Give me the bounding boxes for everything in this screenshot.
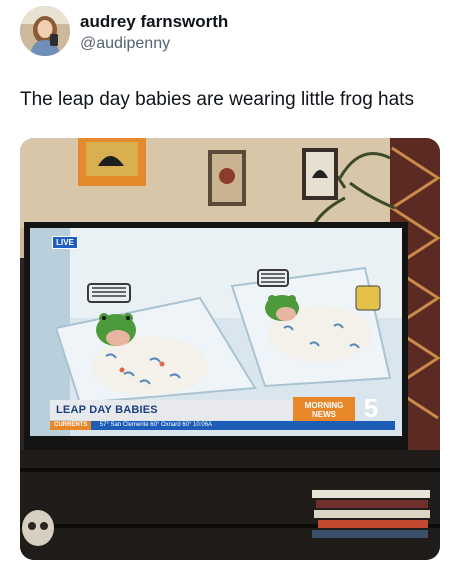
ticker-text: 57° San Clemente 60° Oxnard 60° 10:06A [99, 422, 213, 428]
tweet-text: The leap day babies are wearing little f… [20, 89, 414, 110]
tweet-media[interactable] [20, 138, 440, 560]
user-avatar[interactable] [20, 6, 70, 56]
user-handle[interactable]: @audipenny [80, 34, 228, 54]
weather-ticker: CURRENTS 57° San Clemente 60° Oxnard 60°… [50, 421, 395, 430]
ticker-label: CURRENTS [50, 421, 92, 430]
channel-number: 5 [363, 393, 379, 423]
display-name[interactable]: audrey farnsworth [80, 12, 228, 32]
avatar-photo [20, 6, 70, 56]
author-names: audrey farnsworth @audipenny [80, 12, 228, 54]
news-brand-badge: MORNING NEWS [293, 397, 355, 423]
tweet-header: audrey farnsworth @audipenny [20, 6, 440, 60]
lower-third-caption: LEAP DAY BABIES [50, 400, 315, 420]
tv-photo [20, 138, 440, 560]
live-badge: LIVE [52, 236, 78, 249]
